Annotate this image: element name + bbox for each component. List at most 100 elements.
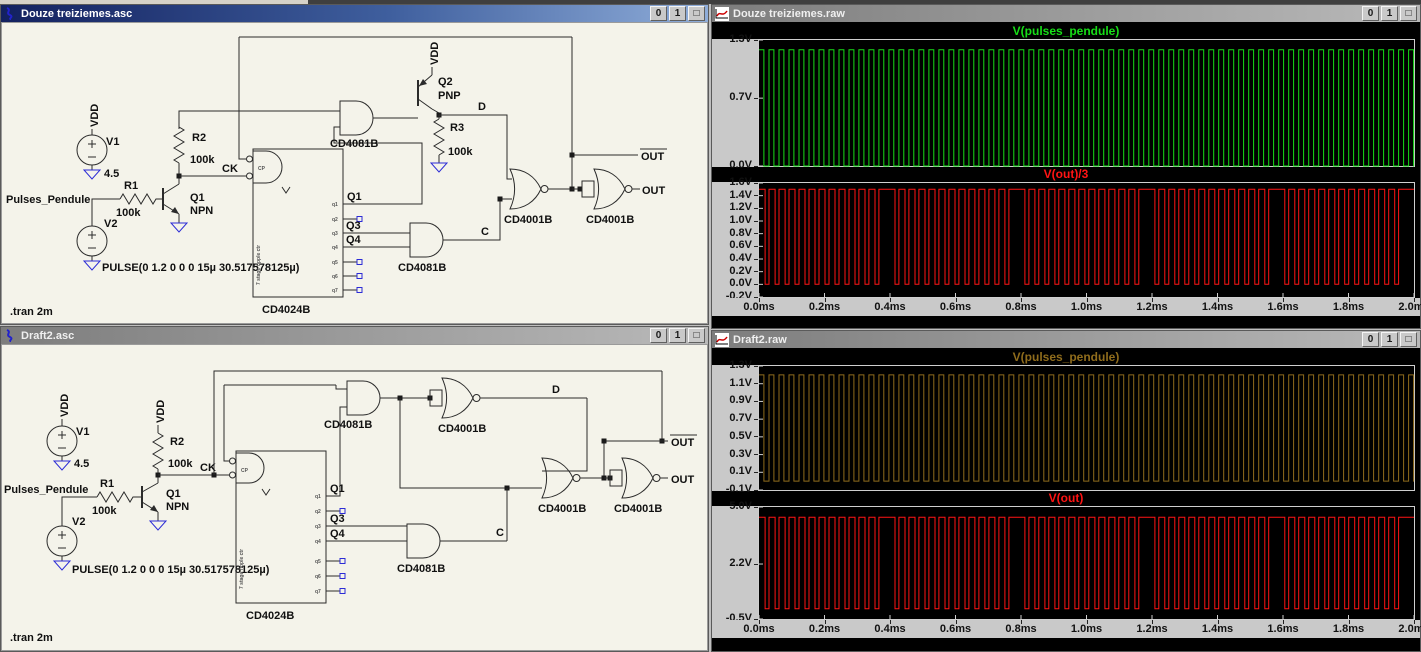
svg-text:CD4001B[interactable]: CD4001B <box>438 423 486 435</box>
net-label-d[interactable]: D <box>552 384 560 396</box>
titlebar[interactable]: Draft2.asc 0 1 □ <box>1 327 708 344</box>
svg-text:V1[interactable]: V1 <box>76 426 89 438</box>
svg-text:Q1[interactable]: Q1 <box>166 488 181 500</box>
component-r1[interactable]: R1 100k <box>116 180 163 219</box>
trace-title[interactable]: V(out)/3 <box>712 167 1420 182</box>
minimize-button[interactable]: 0 <box>1362 6 1379 21</box>
svg-text:R1[interactable]: R1 <box>100 478 114 490</box>
svg-text:R2[interactable]: R2 <box>170 436 184 448</box>
gate-and-top[interactable]: CD4081B <box>324 380 542 491</box>
net-label-q4[interactable]: Q4 <box>330 528 346 540</box>
svg-text:CD4081B[interactable]: CD4081B <box>398 262 446 274</box>
net-label-out[interactable]: OUT <box>671 474 695 486</box>
plot-area[interactable] <box>758 182 1415 298</box>
vdd-label[interactable]: VDD <box>155 400 167 423</box>
svg-text:100k[interactable]: 100k <box>168 458 193 470</box>
svg-text:PNP[interactable]: PNP <box>438 90 461 102</box>
component-r1[interactable]: R1 100k <box>92 478 142 517</box>
gate-and-c[interactable]: C CD4081B <box>397 488 508 575</box>
vdd-label[interactable]: VDD <box>429 42 441 65</box>
net-label-pulses[interactable]: Pulses_Pendule <box>4 484 88 496</box>
svg-text:V1[interactable]: V1 <box>106 136 119 148</box>
svg-text:CD4024B[interactable]: CD4024B <box>262 304 310 316</box>
svg-text:CD4081B[interactable]: CD4081B <box>324 419 372 431</box>
titlebar[interactable]: Draft2.raw 0 1 □ <box>712 331 1420 348</box>
net-label-out-inverted[interactable]: OUT <box>641 151 665 163</box>
component-q1[interactable]: Q1 NPN <box>141 482 189 531</box>
net-label-out[interactable]: OUT <box>642 185 666 197</box>
svg-text:R1[interactable]: R1 <box>124 180 138 192</box>
pulse-spec[interactable]: PULSE(0 1.2 0 0 0 15µ 30.517578125µ) <box>102 262 300 274</box>
component-q1[interactable]: Q1 NPN <box>162 183 213 233</box>
component-v1[interactable]: VDD V1 4.5 <box>76 104 119 180</box>
svg-text:100k[interactable]: 100k <box>190 154 215 166</box>
net-label-c[interactable]: C <box>481 226 489 238</box>
gate-and-c[interactable]: C CD4081B <box>398 196 512 275</box>
gate-nor2[interactable]: OUT CD4001B <box>572 168 666 226</box>
component-q2[interactable]: VDD Q2 PNP <box>417 42 461 115</box>
plot-area[interactable] <box>758 365 1415 491</box>
net-label-q3[interactable]: Q3 <box>346 220 361 232</box>
svg-text:CD4001B[interactable]: CD4001B <box>538 503 586 515</box>
spice-directive[interactable]: .tran 2m <box>10 306 53 318</box>
component-r3[interactable]: R3 100k <box>429 112 473 173</box>
net-label-ck[interactable]: CK <box>222 163 238 175</box>
maximize-button[interactable]: 1 <box>1381 6 1398 21</box>
svg-text:V2[interactable]: V2 <box>72 516 85 528</box>
component-v2[interactable]: Pulses_Pendule V2 PULSE(0 1.2 0 0 0 15µ … <box>4 484 270 576</box>
svg-text:CD4081B[interactable]: CD4081B <box>330 138 378 150</box>
svg-text:CD4081B[interactable]: CD4081B <box>397 563 445 575</box>
net-label-q4[interactable]: Q4 <box>346 234 362 246</box>
net-label-q1[interactable]: Q1 <box>347 191 362 203</box>
svg-text:NPN[interactable]: NPN <box>166 501 189 513</box>
close-button[interactable]: □ <box>1400 6 1417 21</box>
svg-text:Q2[interactable]: Q2 <box>438 76 453 88</box>
net-label-q1[interactable]: Q1 <box>330 483 345 495</box>
trace-title[interactable]: V(pulses_pendule) <box>712 24 1420 39</box>
gate-nor2[interactable]: OUT CD4001B <box>604 457 695 515</box>
net-label-d[interactable]: D <box>478 101 486 113</box>
plot-area[interactable] <box>758 506 1415 620</box>
svg-text:4.5[interactable]: 4.5 <box>74 458 89 470</box>
net-label-out-inverted[interactable]: OUT <box>671 437 695 449</box>
svg-text:100k[interactable]: 100k <box>448 146 473 158</box>
maximize-button[interactable]: 1 <box>669 6 686 21</box>
vdd-label[interactable]: VDD <box>89 104 101 127</box>
feedback-wires[interactable]: Q1 <box>238 36 573 205</box>
svg-text:100k[interactable]: 100k <box>92 505 117 517</box>
svg-text:NPN[interactable]: NPN <box>190 205 213 217</box>
svg-text:R2[interactable]: R2 <box>192 132 206 144</box>
spice-directive[interactable]: .tran 2m <box>10 632 53 644</box>
component-v1[interactable]: VDD V1 4.5 <box>46 394 89 471</box>
trace-title[interactable]: V(out) <box>712 491 1420 506</box>
counter-cd4024b[interactable]: CP 7 stage ripple ctr q1 q2 q3 q4 q5 q6 … <box>246 148 411 316</box>
schematic-canvas[interactable]: VDD V1 4.5 Pulses_Pendule V2 PULSE(0 1.2… <box>1 22 708 324</box>
svg-text:Q1[interactable]: Q1 <box>190 192 205 204</box>
component-r2[interactable]: VDD R2 100k CK <box>152 400 229 483</box>
minimize-button[interactable]: 0 <box>1362 332 1379 347</box>
svg-text:CD4001B[interactable]: CD4001B <box>504 214 552 226</box>
net-label-c[interactable]: C <box>496 527 504 539</box>
titlebar[interactable]: Douze treiziemes.asc 0 1 □ <box>1 5 708 22</box>
close-button[interactable]: □ <box>688 328 705 343</box>
component-r2[interactable]: R2 100k CK <box>173 110 340 184</box>
svg-text:R3[interactable]: R3 <box>450 122 464 134</box>
waveform-viewer[interactable]: V(pulses_pendule) 1.3V 0.7V 0.0V V(out)/3 … <box>712 22 1421 328</box>
net-d-wire[interactable]: D <box>439 101 512 180</box>
close-button[interactable]: □ <box>688 6 705 21</box>
net-label-q3[interactable]: Q3 <box>330 513 345 525</box>
close-button[interactable]: □ <box>1400 332 1417 347</box>
titlebar[interactable]: Douze treiziemes.raw 0 1 □ <box>712 5 1420 22</box>
waveform-viewer[interactable]: V(pulses_pendule) 1.3V 1.1V 0.9V 0.7V 0.5V 0.… <box>712 348 1421 651</box>
minimize-button[interactable]: 0 <box>650 6 667 21</box>
maximize-button[interactable]: 1 <box>1381 332 1398 347</box>
svg-text:V2[interactable]: V2 <box>104 218 117 230</box>
maximize-button[interactable]: 1 <box>669 328 686 343</box>
minimize-button[interactable]: 0 <box>650 328 667 343</box>
svg-text:CD4024B[interactable]: CD4024B <box>246 610 294 622</box>
net-label-pulses[interactable]: Pulses_Pendule <box>6 194 90 206</box>
counter-cd4024b[interactable]: CP 7 stage ripple ctr q1 q2 q3 q4 q5 q6 … <box>229 450 408 622</box>
plot-area[interactable] <box>758 39 1415 167</box>
svg-text:CD4001B[interactable]: CD4001B <box>586 214 634 226</box>
svg-text:100k[interactable]: 100k <box>116 207 141 219</box>
